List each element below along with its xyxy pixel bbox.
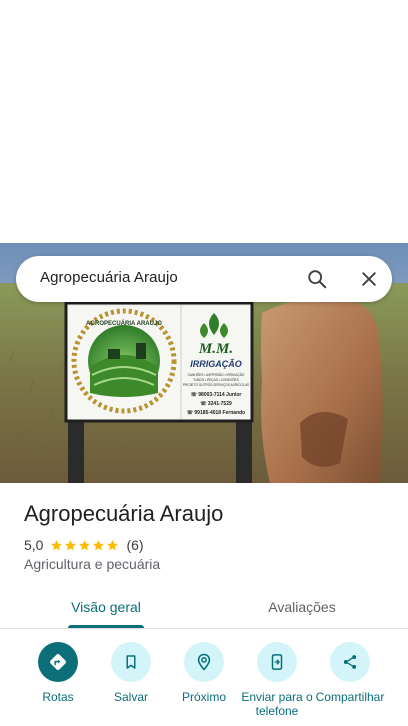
search-query-text[interactable]: Agropecuária Araujo xyxy=(40,269,178,286)
sign-brand: M.M. xyxy=(198,341,233,357)
send-to-phone-button[interactable]: Enviar para o telefone xyxy=(241,642,313,718)
send-to-phone-label: Enviar para o telefone xyxy=(241,690,313,718)
rating-value: 5,0 xyxy=(24,537,44,553)
nearby-label: Próximo xyxy=(181,690,226,704)
sign-line-5: ☏ 3241-7529 xyxy=(200,401,232,407)
share-label: Compartilhar xyxy=(315,690,385,704)
star-icon xyxy=(107,539,119,550)
sign-brand-sub: IRRIGAÇÃO xyxy=(190,359,242,369)
nearby-button[interactable]: Próximo xyxy=(168,642,240,704)
place-title: Agropecuária Araujo xyxy=(24,501,224,526)
share-icon[interactable] xyxy=(330,642,370,682)
tab-overview[interactable]: Visão geral xyxy=(40,585,172,628)
bookmark-icon[interactable] xyxy=(111,642,151,682)
place-details-screen: AGROPECUÁRIA ARAUJO M.M. IRRIGAÇÃO CANHÕ… xyxy=(0,0,408,726)
sign-line-4: ☏ 98003-7114 Junior xyxy=(191,392,242,398)
save-button[interactable]: Salvar xyxy=(95,642,167,704)
directions-icon[interactable] xyxy=(38,642,78,682)
sign-board: AGROPECUÁRIA ARAUJO M.M. IRRIGAÇÃO CANHÕ… xyxy=(64,301,254,423)
star-icon xyxy=(79,539,91,550)
star-icon xyxy=(65,539,77,550)
search-bar[interactable]: Agropecuária Araujo xyxy=(16,256,392,302)
sign-line-1: CANHÕES • ASPERSÃO • IRRIGAÇÃO xyxy=(188,372,245,377)
close-icon[interactable] xyxy=(354,264,384,294)
save-label: Salvar xyxy=(113,690,148,704)
active-tab-indicator xyxy=(68,625,144,628)
review-count: (6) xyxy=(126,537,144,553)
directions-button[interactable]: Rotas xyxy=(22,642,94,704)
sign-line-2: TUBOS • PEÇAS • CONEXÕES xyxy=(193,377,239,382)
sign-logo-text: AGROPECUÁRIA ARAUJO xyxy=(86,320,162,327)
sign-line-6: ☏ 99185-4018 Fernando xyxy=(187,410,246,416)
directions-label: Rotas xyxy=(42,690,74,704)
search-icon[interactable] xyxy=(302,264,332,294)
tab-reviews[interactable]: Avaliações xyxy=(238,585,366,628)
sign-post-left xyxy=(68,413,84,483)
star-icon xyxy=(51,539,63,550)
place-category: Agricultura e pecuária xyxy=(24,556,161,572)
nearby-icon[interactable] xyxy=(184,642,224,682)
send-to-phone-icon[interactable] xyxy=(257,642,297,682)
sign-line-3: PROJETO OUTROS SERVIÇOS AGRÍCOLAS xyxy=(183,383,249,387)
share-button[interactable]: Compartilhar xyxy=(314,642,386,704)
sign-post-right xyxy=(236,413,252,483)
rating-stars xyxy=(50,539,120,552)
rating-row[interactable]: 5,0 (6) xyxy=(24,536,144,554)
tab-bar: Visão geral Avaliações xyxy=(0,585,408,629)
star-icon xyxy=(93,539,105,550)
